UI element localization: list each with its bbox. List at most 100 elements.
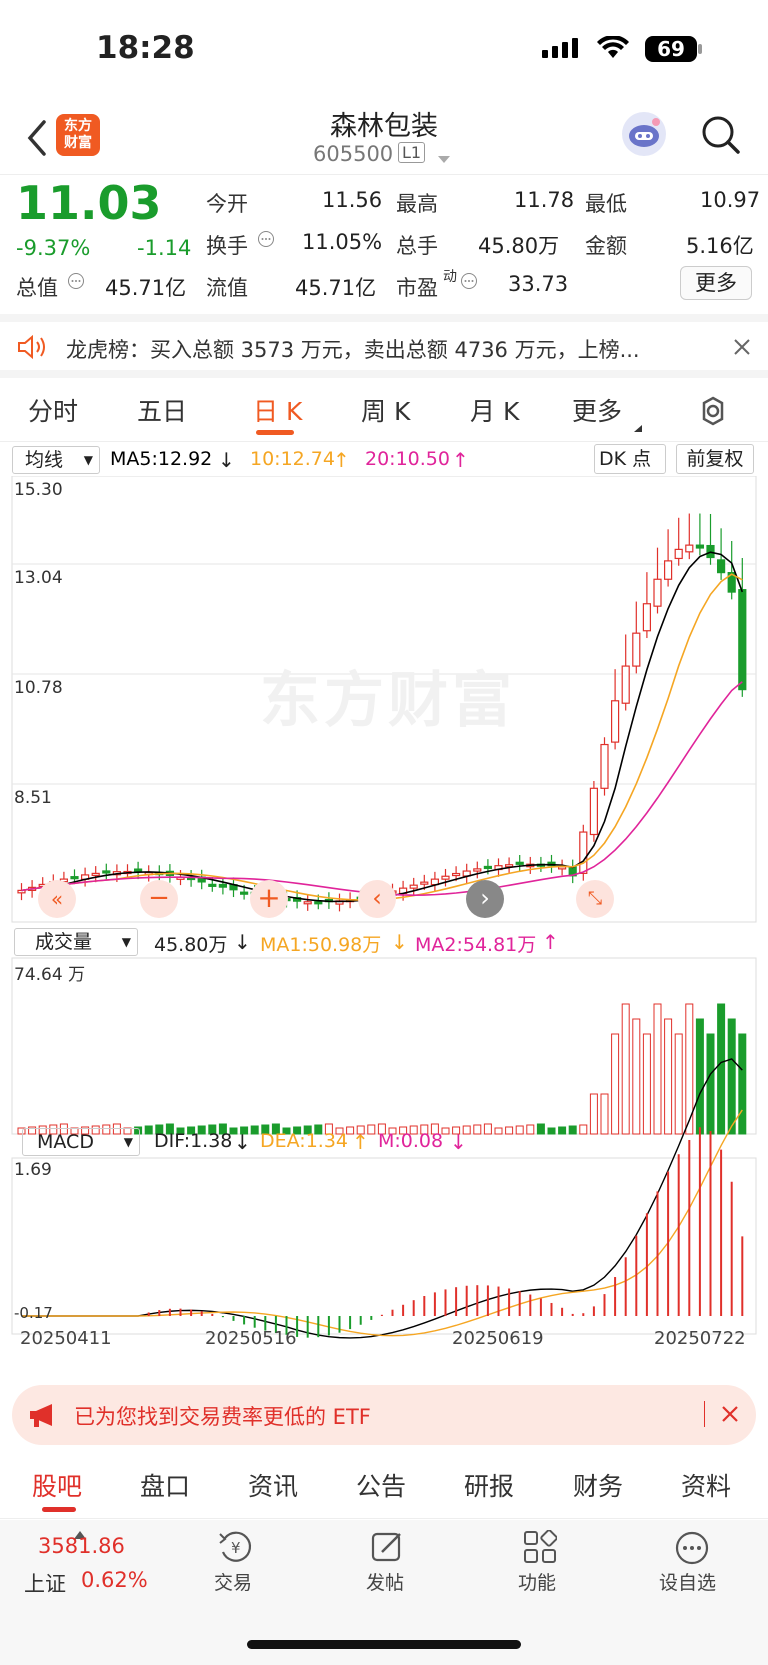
macd-selector[interactable]: MACD ▼ <box>22 1128 140 1156</box>
dk-point-button[interactable]: DK 点 <box>594 444 666 474</box>
tab-5day[interactable]: 五日 <box>137 392 187 428</box>
zoom-out-icon[interactable]: − <box>140 880 178 918</box>
tab-news[interactable]: 资讯 <box>248 1467 298 1503</box>
chevron-down-icon: ▼ <box>123 1135 133 1149</box>
tab-weekly-k[interactable]: 周 K <box>361 392 410 428</box>
chevron-down-icon <box>633 418 643 437</box>
tab-pankou[interactable]: 盘口 <box>140 1467 190 1503</box>
candle <box>91 872 100 876</box>
candle <box>240 891 249 895</box>
rewind-icon[interactable]: « <box>38 880 76 918</box>
prev-icon[interactable]: ‹ <box>358 880 396 918</box>
candle <box>218 883 227 888</box>
stock-code: 605500 <box>313 142 394 166</box>
tab-guba[interactable]: 股吧 <box>32 1467 82 1503</box>
date-label: 20250411 <box>20 1328 112 1349</box>
indicator-selector[interactable]: 均线 ▼ <box>12 446 100 474</box>
info-icon[interactable] <box>257 230 275 252</box>
candle <box>579 831 588 874</box>
function-label[interactable]: 功能 <box>518 1568 556 1595</box>
turnover-value: 11.05% <box>302 230 383 254</box>
tab-announcements[interactable]: 公告 <box>356 1467 406 1503</box>
ma10-value: 10:12.74 <box>250 448 335 470</box>
gear-icon[interactable] <box>696 394 730 432</box>
etf-banner[interactable]: 已为您找到交易费率更低的 ETF <box>12 1385 756 1445</box>
candle <box>685 544 694 553</box>
dropdown-icon[interactable] <box>437 150 451 169</box>
open-label: 今开 <box>206 192 248 216</box>
candle <box>621 665 630 704</box>
zoom-in-icon[interactable]: + <box>250 880 288 918</box>
search-icon[interactable] <box>700 114 742 160</box>
apps-icon[interactable] <box>523 1529 558 1568</box>
volume-bar <box>494 1127 503 1135</box>
change-pct: -9.37% <box>16 236 91 260</box>
dragon-tiger-notice[interactable]: 龙虎榜：买入总额 3573 万元，卖出总额 4736 万元，上榜... <box>0 314 768 378</box>
chevron-down-icon: ▼ <box>121 935 131 949</box>
info-icon[interactable] <box>67 272 85 294</box>
info-icon[interactable] <box>460 272 478 294</box>
volume-bar <box>738 1033 747 1135</box>
megaphone-icon <box>28 1402 60 1432</box>
status-bar: 18:28 69 <box>0 0 768 100</box>
arrow-down-icon: ↓ <box>234 1130 251 1154</box>
float-value: 45.71亿 <box>295 276 377 300</box>
arrow-up-icon: ↑ <box>352 1130 369 1154</box>
tab-monthly-k[interactable]: 月 K <box>470 392 519 428</box>
volume-bar <box>250 1125 259 1135</box>
candle <box>303 901 312 905</box>
kline-chart-area[interactable]: 均线 ▼ MA5:12.92 ↓ 10:12.74 ↑ 20:10.50 ↑ DK… <box>0 442 768 1350</box>
trade-label[interactable]: 交易 <box>214 1568 252 1595</box>
quote-panel: 11.03 -9.37% -1.14 今开 11.56 最高 11.78 最低 … <box>0 176 768 314</box>
trade-icon[interactable]: ¥ <box>217 1530 255 1568</box>
volume-bar <box>483 1123 492 1135</box>
macd-axis-top: 1.69 <box>14 1160 52 1180</box>
add-favorite-label[interactable]: 设自选 <box>659 1568 716 1595</box>
status-time: 18:28 <box>96 30 195 66</box>
low-value: 10.97 <box>700 188 761 212</box>
more-button[interactable]: 更多 <box>680 266 752 300</box>
candle <box>695 544 705 549</box>
tab-finance[interactable]: 财务 <box>573 1467 623 1503</box>
index-value[interactable]: 3581.86 <box>38 1534 125 1558</box>
next-icon[interactable]: › <box>466 880 504 918</box>
tab-intraday[interactable]: 分时 <box>28 392 78 428</box>
volume-selector[interactable]: 成交量 ▼ <box>14 928 138 956</box>
arrow-down-icon: ↓ <box>218 448 235 472</box>
tab-more[interactable]: 更多 <box>572 392 622 428</box>
volume-bar <box>653 1003 662 1135</box>
volume-bar <box>695 1018 704 1135</box>
index-name[interactable]: 上证 <box>24 1568 66 1598</box>
candle <box>441 875 450 880</box>
robot-assistant-icon[interactable] <box>622 112 666 156</box>
volume-bar <box>717 1003 726 1135</box>
close-icon[interactable] <box>732 337 752 361</box>
post-icon[interactable] <box>370 1530 406 1568</box>
index-pct[interactable]: 0.62% <box>81 1568 148 1592</box>
volume-bar <box>664 1018 673 1135</box>
amount-label: 金额 <box>585 234 627 258</box>
tab-daily-k[interactable]: 日 K <box>253 392 302 428</box>
price-axis-label: 13.04 <box>14 568 63 588</box>
battery-tip <box>698 44 702 54</box>
indicator-selector-label: 均线 <box>25 449 64 471</box>
float-label: 流值 <box>206 276 248 300</box>
adjust-button[interactable]: 前复权 <box>676 444 754 474</box>
volume-bar <box>547 1127 556 1135</box>
volume-bar <box>727 1018 736 1135</box>
tab-profile[interactable]: 资料 <box>681 1467 731 1503</box>
level-badge[interactable]: L1 <box>398 142 426 163</box>
volume-current: 45.80万 <box>154 934 228 956</box>
fullscreen-icon[interactable]: ⤡ <box>576 880 614 918</box>
volume-bar <box>621 1003 630 1135</box>
more-dots-icon[interactable] <box>674 1530 710 1570</box>
bottom-toolbar: 3581.86 上证 0.62% ¥ 交易 发帖 功能 设自选 <box>0 1520 768 1665</box>
post-label[interactable]: 发帖 <box>366 1568 404 1595</box>
candle <box>610 700 620 743</box>
volume-bar <box>600 1093 609 1135</box>
close-icon[interactable] <box>720 1404 740 1428</box>
etf-text: 已为您找到交易费率更低的 ETF <box>74 1405 371 1429</box>
tab-research[interactable]: 研报 <box>464 1467 514 1503</box>
macd-dif: DIF:1.38 <box>154 1130 233 1152</box>
current-price: 11.03 <box>16 176 162 230</box>
